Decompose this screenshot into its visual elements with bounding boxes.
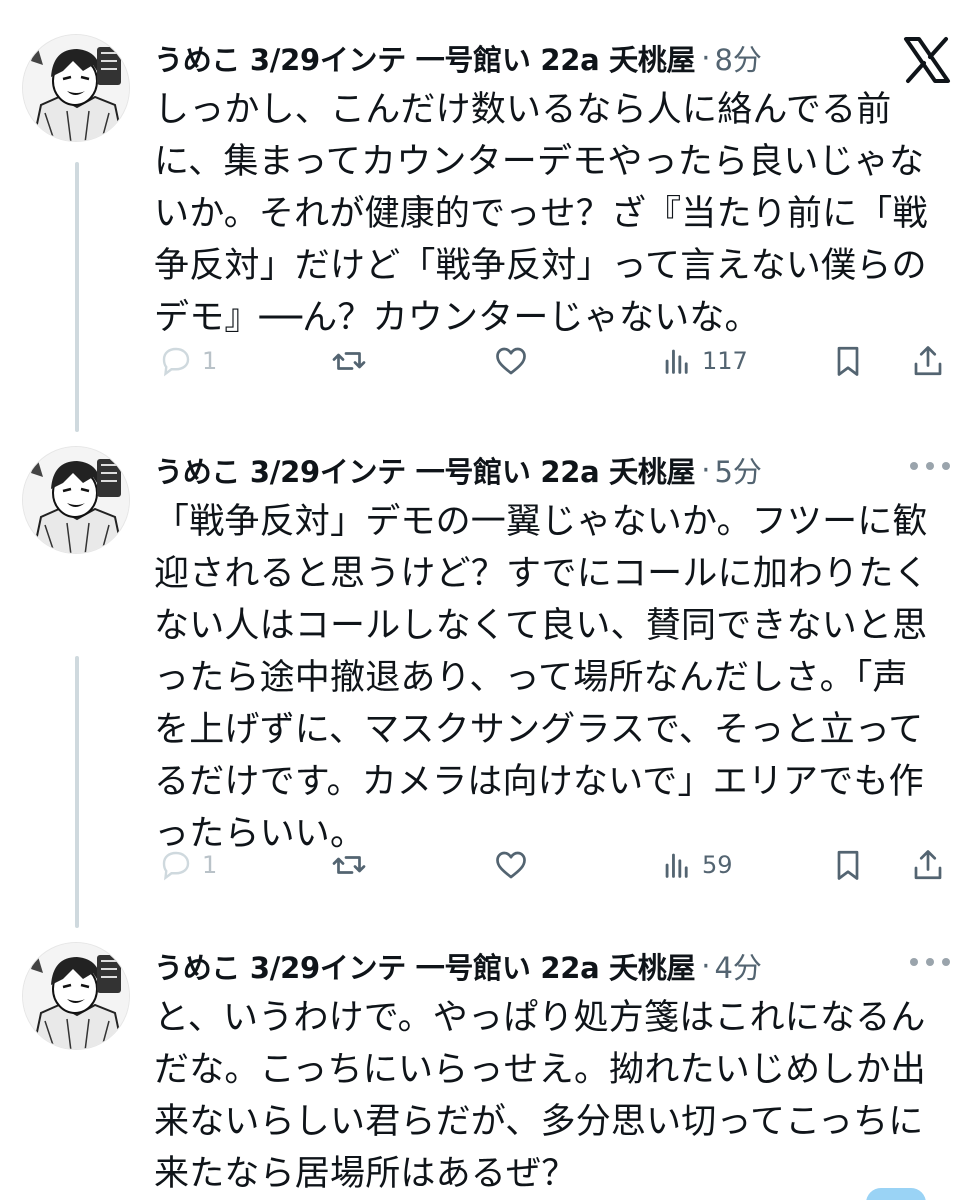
share-icon (914, 346, 942, 376)
retweet-icon (332, 856, 366, 874)
like-button[interactable] (492, 336, 530, 386)
more-icon[interactable] (910, 952, 950, 972)
retweet-button[interactable] (330, 840, 368, 890)
reply-icon (162, 851, 190, 881)
share-button[interactable] (910, 336, 946, 386)
avatar[interactable] (22, 942, 130, 1050)
separator-dot: · (701, 41, 711, 75)
views-button[interactable]: 59 (660, 840, 733, 890)
reply-icon (162, 347, 190, 377)
bookmark-icon (837, 850, 859, 880)
reply-button[interactable]: 1 (158, 336, 217, 386)
bookmark-button[interactable] (830, 840, 866, 890)
separator-dot: · (701, 453, 711, 487)
bookmark-icon (837, 346, 859, 376)
share-button[interactable] (910, 840, 946, 890)
heart-icon (496, 347, 526, 375)
retweet-button[interactable] (330, 336, 368, 386)
avatar[interactable] (22, 446, 130, 554)
thread-connector-line (75, 162, 79, 432)
reply-count: 1 (202, 347, 218, 375)
view-count: 117 (702, 347, 748, 375)
timestamp[interactable]: 5分 (714, 449, 761, 491)
tweet-text: と、いうわけで。やっぱり処方箋はこれになるん だな。こっちにいらっせえ。拗れたい… (154, 998, 926, 1194)
compose-button-edge[interactable] (866, 1188, 926, 1200)
tweet-actions: 1 59 (154, 840, 954, 890)
avatar[interactable] (22, 34, 130, 142)
share-icon (914, 850, 942, 880)
view-count: 59 (702, 851, 733, 879)
separator-dot: · (701, 949, 711, 983)
bookmark-button[interactable] (830, 336, 866, 386)
tweet-actions: 1 117 (154, 336, 954, 386)
tweet-header: うめこ 3/29インテ 一号館い 22a 夭桃屋 · 8分 (154, 32, 762, 84)
more-icon[interactable] (910, 456, 950, 476)
reply-button[interactable]: 1 (158, 840, 217, 890)
retweet-icon (332, 352, 366, 370)
tweet-header: うめこ 3/29インテ 一号館い 22a 夭桃屋 · 4分 (154, 940, 762, 992)
tweet-text: しっかし、こんだけ数いるなら人に絡んでる前 に、集まってカウンターデモやったら良… (154, 90, 928, 338)
x-logo-icon[interactable] (902, 36, 952, 84)
views-button[interactable]: 117 (660, 336, 748, 386)
author-name[interactable]: うめこ 3/29インテ 一号館い 22a 夭桃屋 (154, 37, 696, 79)
heart-icon (496, 851, 526, 879)
tweet-header: うめこ 3/29インテ 一号館い 22a 夭桃屋 · 5分 (154, 444, 762, 496)
timestamp[interactable]: 8分 (714, 37, 761, 79)
views-icon (665, 853, 688, 878)
author-name[interactable]: うめこ 3/29インテ 一号館い 22a 夭桃屋 (154, 449, 696, 491)
like-button[interactable] (492, 840, 530, 890)
tweet-text: 「戦争反対」デモの一翼じゃないか。フツーに歓 迎されると思うけど？すでにコールに… (154, 502, 929, 854)
views-icon (665, 349, 688, 374)
author-name[interactable]: うめこ 3/29インテ 一号館い 22a 夭桃屋 (154, 945, 696, 987)
thread-connector-line (75, 656, 79, 928)
reply-count: 1 (202, 851, 218, 879)
timestamp[interactable]: 4分 (714, 945, 761, 987)
